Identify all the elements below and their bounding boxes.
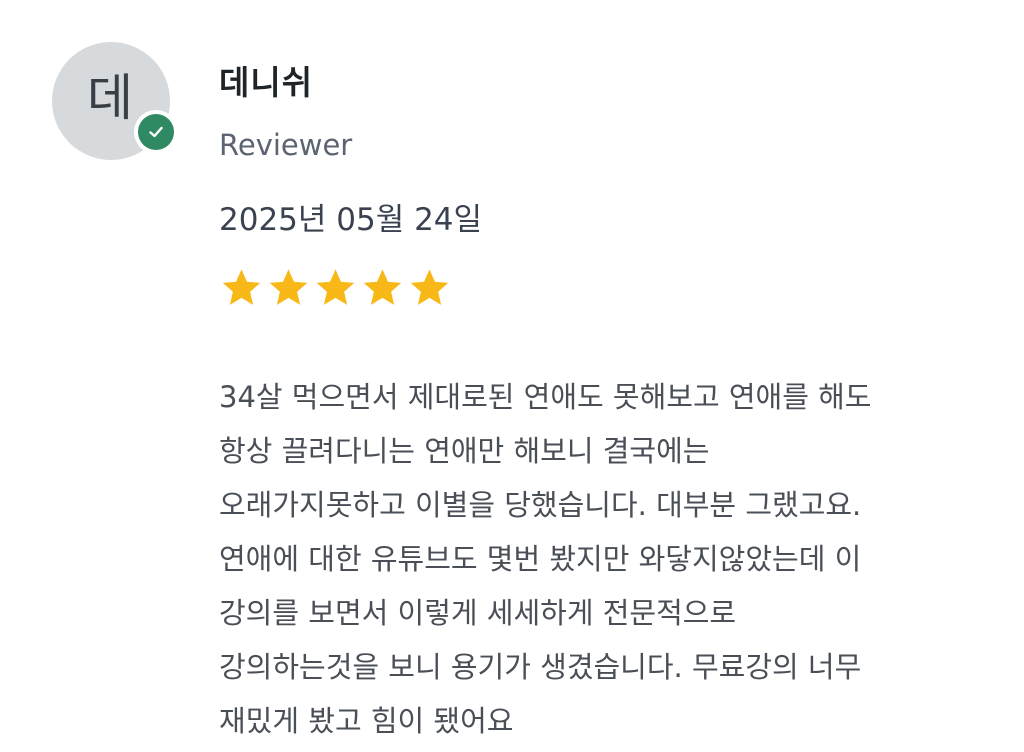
check-icon xyxy=(149,126,163,138)
star-rating xyxy=(219,266,452,311)
review-date: 2025년 05월 24일 xyxy=(219,202,483,238)
reviewer-name: 데니쉬 xyxy=(219,63,314,102)
review-card: 데 데니쉬 Reviewer 2025년 05월 24일 34살 먹으면서 제대… xyxy=(0,0,1024,752)
star-icon xyxy=(316,269,355,305)
verified-badge-circle xyxy=(138,114,174,150)
star-icon xyxy=(410,269,449,305)
reviewer-role: Reviewer xyxy=(219,128,353,162)
star-icon xyxy=(222,269,261,305)
review-text: 34살 먹으면서 제대로된 연애도 못해보고 연애를 해도 항상 끌려다니는 연… xyxy=(219,380,872,738)
star-icon xyxy=(363,269,402,305)
avatar-initial: 데 xyxy=(87,69,133,127)
star-icon xyxy=(269,269,308,305)
verified-badge xyxy=(134,110,178,154)
